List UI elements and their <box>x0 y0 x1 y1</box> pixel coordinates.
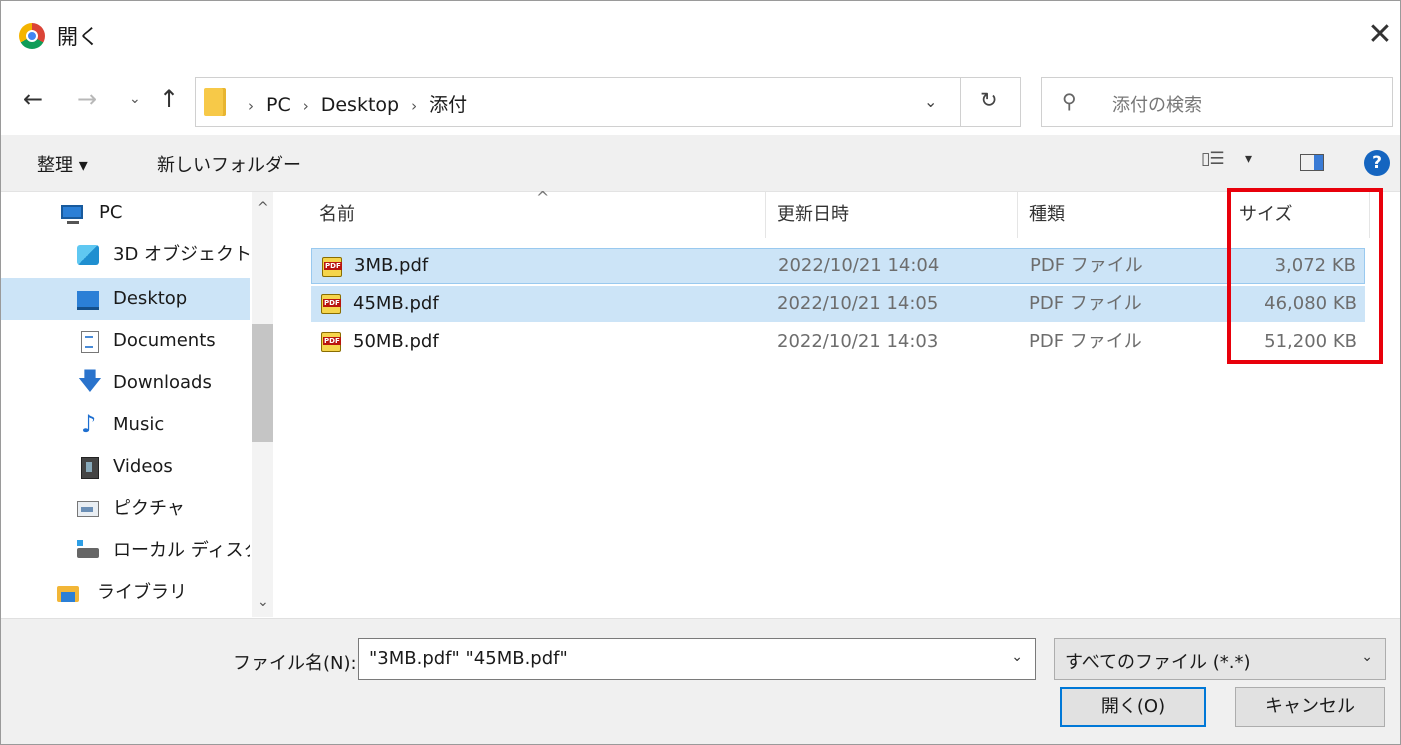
sidebar-item-label: ライブラリ <box>97 582 187 603</box>
navigation-bar: ← → ⌄ ↑ › PC › Desktop › 添付 ⌄ ↻ ⚲ 添付の検索 <box>1 73 1400 133</box>
music-icon: ♪ <box>81 410 97 438</box>
chrome-icon <box>19 23 45 49</box>
sidebar-item-label: PC <box>99 202 123 223</box>
desktop-icon <box>77 291 99 310</box>
file-name-label: ファイル名(N): <box>233 653 357 674</box>
file-date: 2022/10/21 14:03 <box>777 331 939 352</box>
open-file-dialog: 開く ✕ ← → ⌄ ↑ › PC › Desktop › 添付 ⌄ ↻ ⚲ 添付の検索 … <box>0 0 1401 745</box>
title-bar: 開く ✕ <box>1 1 1400 73</box>
address-divider <box>960 78 961 126</box>
address-bar[interactable]: › PC › Desktop › 添付 ⌄ ↻ <box>195 77 1021 127</box>
sidebar-item-label: Videos <box>113 456 173 477</box>
search-icon: ⚲ <box>1062 89 1077 113</box>
file-date: 2022/10/21 14:05 <box>777 293 939 314</box>
sidebar-item-3d-objects[interactable]: 3D オブジェクト <box>1 234 250 276</box>
sidebar-item-documents[interactable]: Documents <box>1 320 250 362</box>
pdf-file-icon <box>321 294 341 314</box>
column-divider[interactable] <box>1017 192 1018 238</box>
view-options-chevron-icon[interactable]: ▾ <box>1245 151 1252 167</box>
file-name-history-chevron-icon[interactable]: ⌄ <box>1011 649 1023 665</box>
file-type-filter-value: すべてのファイル (*.*) <box>1065 652 1251 673</box>
back-arrow-icon[interactable]: ← <box>23 85 43 113</box>
column-header-name[interactable]: 名前 <box>319 192 355 238</box>
breadcrumb-item-desktop[interactable]: Desktop <box>321 94 399 116</box>
scroll-down-chevron-icon[interactable]: ⌄ <box>257 594 269 610</box>
breadcrumb-item-pc[interactable]: PC <box>266 94 291 116</box>
file-name: 50MB.pdf <box>353 331 439 352</box>
filter-chevron-icon: ⌄ <box>1361 649 1373 665</box>
file-name: 45MB.pdf <box>353 293 439 314</box>
file-type: PDF ファイル <box>1029 293 1142 314</box>
file-name-value: "3MB.pdf" "45MB.pdf" <box>369 648 568 669</box>
pdf-file-icon <box>321 332 341 352</box>
scroll-up-chevron-icon[interactable]: ^ <box>257 200 269 216</box>
file-type: PDF ファイル <box>1029 331 1142 352</box>
sidebar-item-music[interactable]: ♪ Music <box>1 404 250 446</box>
sidebar-item-desktop[interactable]: Desktop <box>1 278 250 320</box>
file-row[interactable]: 3MB.pdf 2022/10/21 14:04 PDF ファイル 3,072 … <box>311 248 1365 284</box>
recent-locations-chevron-icon[interactable]: ⌄ <box>129 91 141 107</box>
open-button[interactable]: 開く(O) <box>1060 687 1206 727</box>
refresh-icon[interactable]: ↻ <box>980 88 998 112</box>
cancel-button[interactable]: キャンセル <box>1235 687 1385 727</box>
breadcrumb-separator-icon: › <box>302 97 309 115</box>
breadcrumb-separator-icon: › <box>248 97 254 115</box>
sidebar-item-pictures[interactable]: ピクチャ <box>1 488 250 530</box>
folder-icon <box>204 88 226 116</box>
file-type-filter-select[interactable]: すべてのファイル (*.*) ⌄ <box>1054 638 1386 680</box>
column-header-type[interactable]: 種類 <box>1029 192 1065 238</box>
column-header-date[interactable]: 更新日時 <box>777 192 849 238</box>
preview-pane-icon[interactable] <box>1300 154 1324 171</box>
sidebar-item-label: ローカル ディスク ( <box>113 540 250 561</box>
file-name-panel: ファイル名(N): "3MB.pdf" "45MB.pdf" ⌄ すべてのファイ… <box>1 618 1400 744</box>
search-input[interactable]: ⚲ 添付の検索 <box>1041 77 1393 127</box>
column-divider[interactable] <box>765 192 766 238</box>
sidebar-item-label: Documents <box>113 330 216 351</box>
file-row[interactable]: 50MB.pdf 2022/10/21 14:03 PDF ファイル 51,20… <box>311 324 1365 360</box>
local-disk-icon <box>77 540 99 558</box>
videos-icon <box>81 457 99 479</box>
documents-icon <box>81 331 99 353</box>
close-button[interactable]: ✕ <box>1360 17 1400 57</box>
library-icon <box>57 586 79 602</box>
sidebar-item-videos[interactable]: Videos <box>1 446 250 488</box>
help-icon[interactable]: ? <box>1364 150 1390 176</box>
navigation-pane: PC 3D オブジェクト Desktop Documents 🡇 Downloa… <box>1 192 273 617</box>
search-placeholder: 添付の検索 <box>1112 95 1202 116</box>
command-toolbar: 整理 ▾ 新しいフォルダー ▯☰ ▾ ? <box>1 135 1400 192</box>
pdf-file-icon <box>322 257 342 277</box>
breadcrumb-separator-icon: › <box>411 97 418 115</box>
file-name: 3MB.pdf <box>354 255 429 276</box>
sidebar-item-downloads[interactable]: 🡇 Downloads <box>1 362 250 404</box>
file-row[interactable]: 45MB.pdf 2022/10/21 14:05 PDF ファイル 46,08… <box>311 286 1365 322</box>
up-arrow-icon[interactable]: ↑ <box>159 85 179 113</box>
sidebar-item-label: ピクチャ <box>113 498 185 519</box>
sidebar-item-pc[interactable]: PC <box>1 192 250 234</box>
breadcrumb-item-attachments[interactable]: 添付 <box>429 94 467 116</box>
downloads-icon: 🡇 <box>77 367 103 395</box>
new-folder-button[interactable]: 新しいフォルダー <box>157 151 301 177</box>
sidebar-item-local-disk[interactable]: ローカル ディスク ( <box>1 530 250 572</box>
sidebar-item-label: Desktop <box>113 288 188 309</box>
view-options-icon[interactable]: ▯☰ <box>1201 149 1225 169</box>
file-date: 2022/10/21 14:04 <box>778 255 940 276</box>
sidebar-scrollbar-thumb[interactable] <box>252 324 273 442</box>
forward-arrow-icon[interactable]: → <box>77 85 97 113</box>
breadcrumb: › PC › Desktop › 添付 <box>236 90 467 117</box>
sidebar-item-label: Downloads <box>113 372 212 393</box>
sort-ascending-icon: ^ <box>536 188 550 207</box>
file-name-input[interactable]: "3MB.pdf" "45MB.pdf" ⌄ <box>358 638 1036 680</box>
sidebar-item-label: Music <box>113 414 165 435</box>
pc-icon <box>61 205 83 224</box>
3d-objects-icon <box>77 245 99 265</box>
size-column-highlight <box>1227 188 1383 364</box>
sidebar-item-label: 3D オブジェクト <box>113 244 250 265</box>
file-type: PDF ファイル <box>1030 255 1143 276</box>
pictures-icon <box>77 501 99 517</box>
sidebar-item-library[interactable]: ライブラリ <box>1 572 250 614</box>
organize-button[interactable]: 整理 ▾ <box>37 151 88 177</box>
window-title: 開く <box>57 25 99 49</box>
address-dropdown-chevron-icon[interactable]: ⌄ <box>924 92 937 111</box>
